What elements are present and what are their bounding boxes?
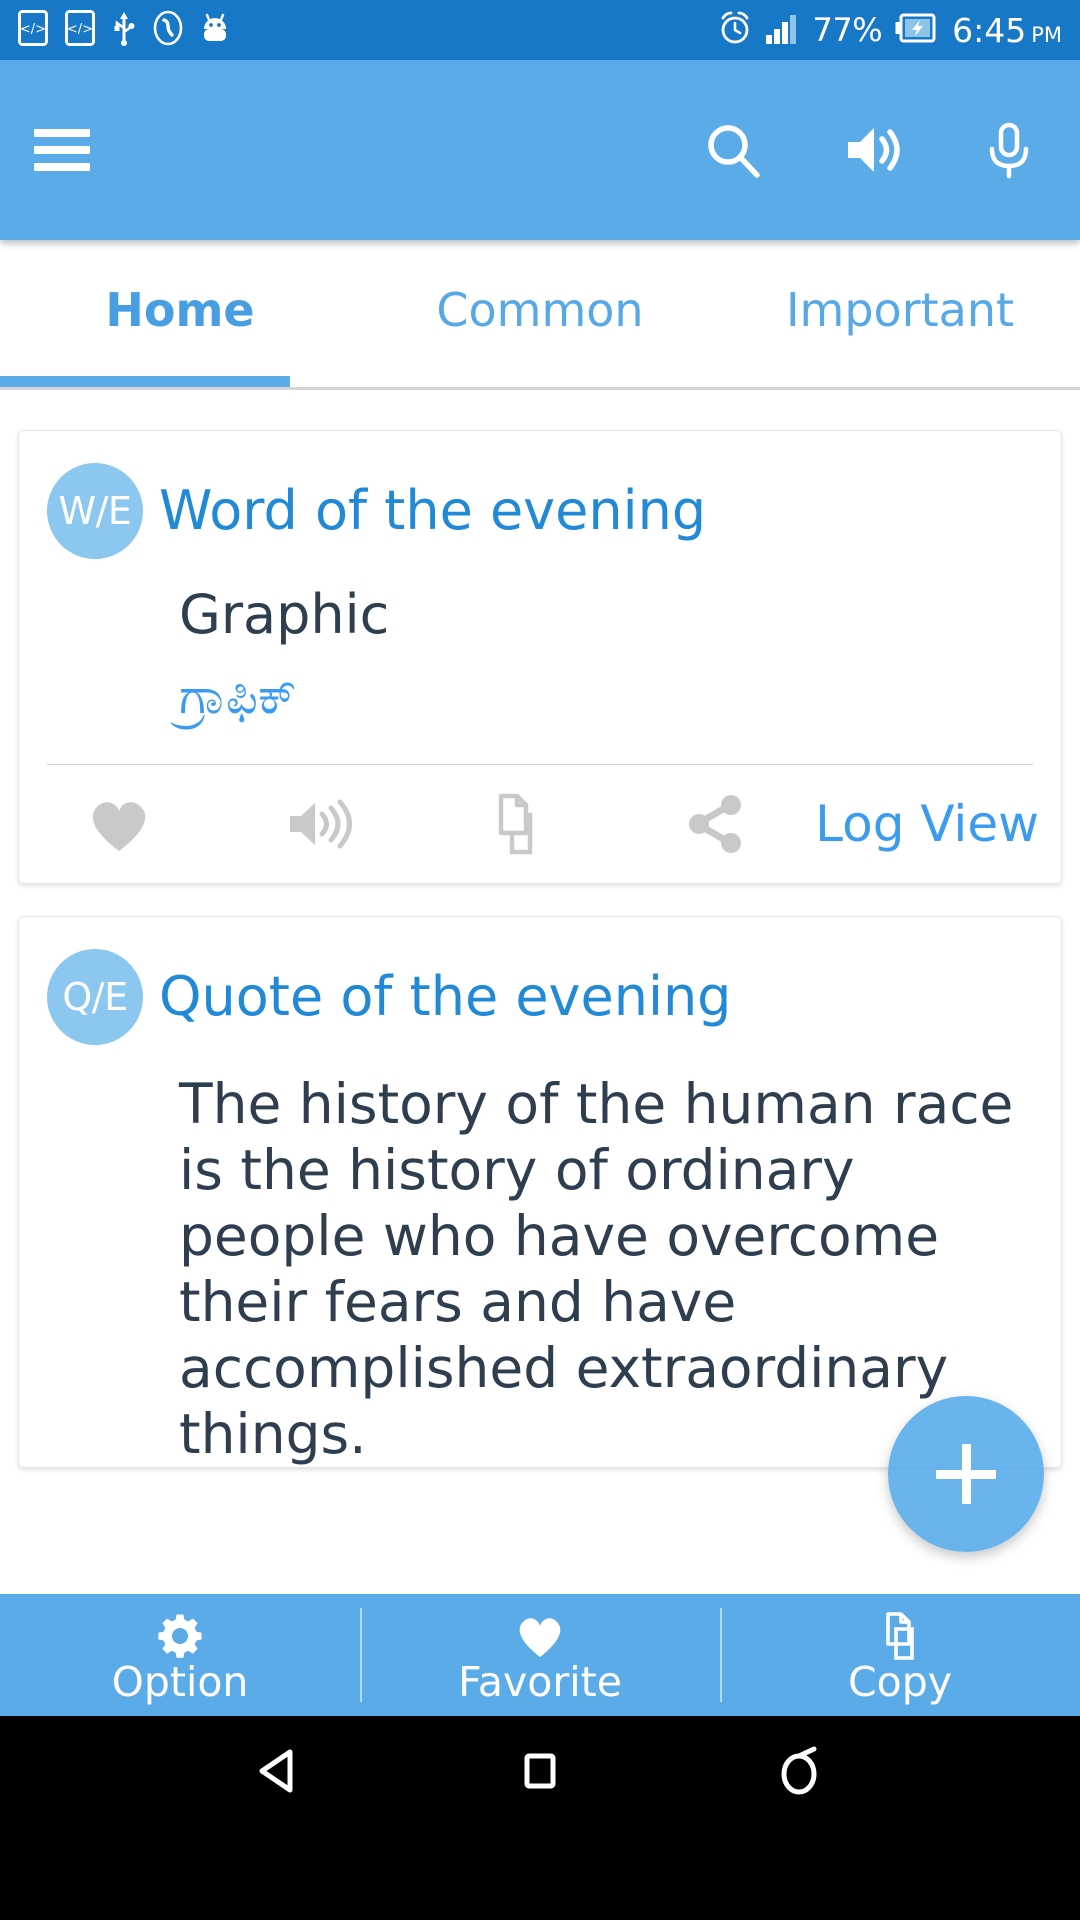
tab-common[interactable]: Common [360,240,720,387]
copy-icon [876,1611,924,1660]
plus-icon-horizontal [936,1469,996,1479]
alarm-icon [718,10,752,50]
back-triangle-icon[interactable] [235,1726,325,1816]
share-icon[interactable] [616,793,815,855]
content-area: W/E Word of the evening Graphic ಗ್ರಾಫಿಕ್ [0,390,1080,1595]
tab-important[interactable]: Important [720,240,1080,387]
quote-text: The history of the human race is the his… [179,1072,1014,1467]
screen-filler [0,1826,1080,1920]
recents-circle-icon[interactable] [755,1726,845,1816]
bottom-item-label: Favorite [458,1657,622,1706]
avatar: W/E [47,463,143,559]
speaker-icon[interactable] [218,793,417,855]
home-square-icon[interactable] [495,1726,585,1816]
status-bar: </> </> 77% 6:45 PM [0,0,1080,60]
usb-icon [112,10,136,50]
hamburger-menu-icon[interactable] [34,129,90,171]
search-icon[interactable] [700,117,766,183]
word-card-title: Word of the evening [159,478,707,542]
microphone-icon[interactable] [976,117,1042,183]
gear-icon [157,1612,203,1660]
svg-text:</>: </> [67,22,93,37]
heart-icon [515,1612,565,1660]
signal-icon [765,12,799,48]
word-card-header: W/E Word of the evening [19,431,1061,567]
dev-mode-icon: </> [18,10,48,50]
tab-active-indicator [0,376,290,387]
bottom-item-copy[interactable]: Copy [720,1594,1080,1716]
clock-time: 6:45 [952,10,1027,50]
copy-icon[interactable] [417,791,616,857]
clock-meridiem: PM [1031,22,1062,47]
word-translation-text: ಗ್ರಾಫಿಕ್ [179,667,297,726]
dev-mode-icon-2: </> [65,10,95,50]
tab-bar: Home Common Important [0,240,1080,390]
battery-charging-icon [895,13,939,47]
avatar: Q/E [47,949,143,1046]
word-english-text: Graphic [179,583,390,646]
status-bar-notification-icons: </> </> [18,10,230,50]
quote-of-the-evening-card[interactable]: Q/E Quote of the evening The history of … [18,916,1062,1469]
status-bar-system-icons: 77% 6:45 PM [718,10,1062,50]
android-robot-icon [200,11,230,49]
bottom-item-label: Copy [847,1657,952,1706]
quote-card-title: Quote of the evening [159,965,732,1029]
add-button[interactable] [888,1396,1044,1553]
favorite-heart-icon[interactable] [19,793,218,855]
tab-home[interactable]: Home [0,240,360,387]
app-bar [0,60,1080,240]
bottom-item-label: Option [111,1657,249,1706]
status-bar-clock: 6:45 PM [952,14,1062,47]
android-navigation-bar [0,1716,1080,1827]
log-view-link[interactable]: Log View [815,795,1061,853]
phone-screen: </> </> 77% 6:45 PM Home Common Importan… [0,0,1080,1920]
bottom-item-favorite[interactable]: Favorite [360,1594,720,1716]
app-bar-actions [700,117,1042,183]
battery-percent-label: 77% [812,11,883,49]
speaker-icon[interactable] [838,117,904,183]
bottom-item-option[interactable]: Option [0,1594,360,1716]
quote-card-header: Q/E Quote of the evening [19,917,1061,1053]
bottom-action-bar: Option Favorite Copy [0,1594,1080,1717]
svg-text:</>: </> [20,22,46,37]
word-card-action-row: Log View [19,765,1061,883]
phone-icon [153,10,183,50]
word-of-the-evening-card[interactable]: W/E Word of the evening Graphic ಗ್ರಾಫಿಕ್ [18,430,1062,885]
